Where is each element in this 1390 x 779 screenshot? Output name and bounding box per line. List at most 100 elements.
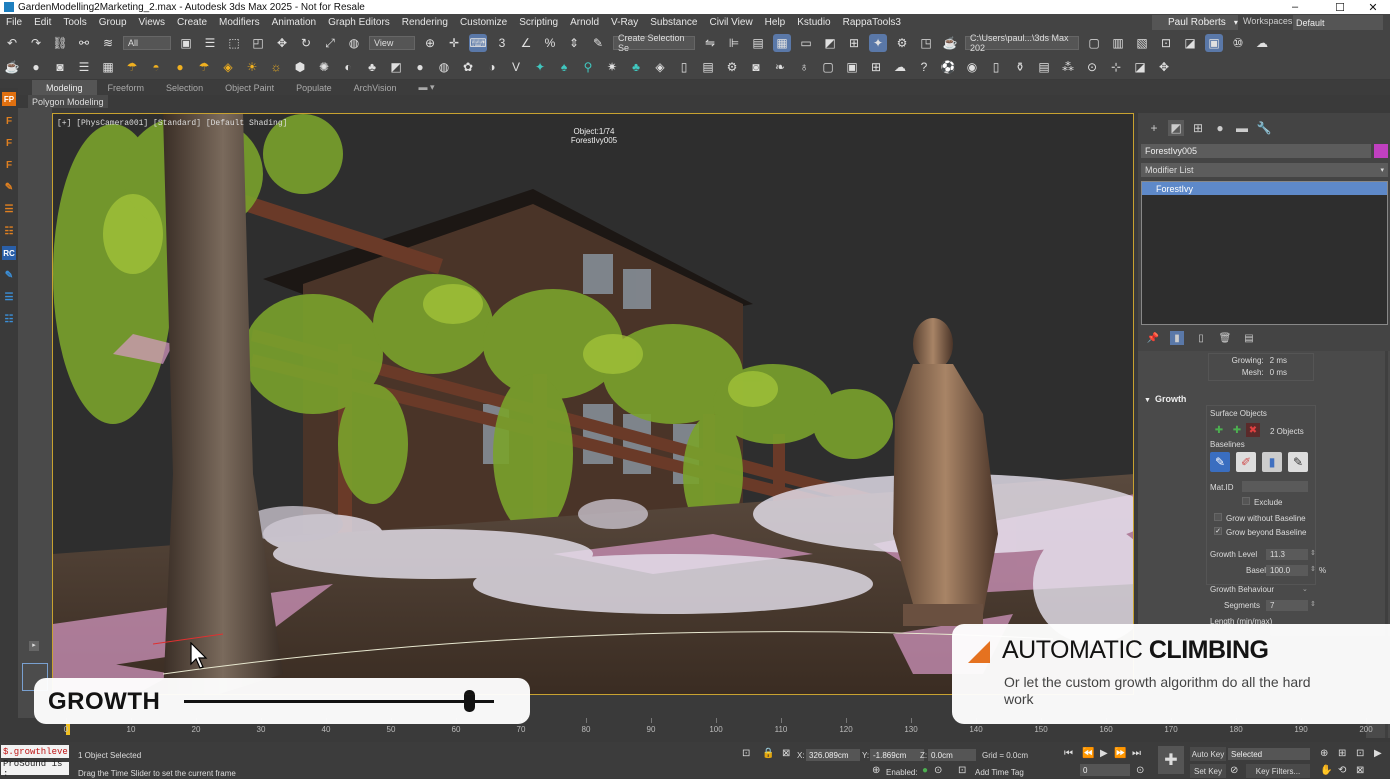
angle-snap-icon[interactable]: ∠ [517,34,535,52]
ambient-light-icon[interactable]: ☼ [267,58,285,76]
menu-item-group[interactable]: Group [93,17,133,28]
snaps-toggle-icon[interactable]: 3 [493,34,511,52]
pivot-center-icon[interactable]: ⊕ [421,34,439,52]
ribbon-tab-archvision[interactable]: ArchVision [343,83,408,93]
tree-icon[interactable]: ♣ [627,58,645,76]
asset-tracking-icon[interactable]: ◪ [1181,34,1199,52]
toggle-layer-explorer-icon[interactable]: ▦ [773,34,791,52]
curve-editor-icon[interactable]: ◩ [821,34,839,52]
maxscript-listener-output[interactable]: ProSound is : [1,759,69,779]
menu-item-kstudio[interactable]: Kstudio [791,17,836,28]
key-mode-dropdown[interactable]: Selected [1228,748,1310,760]
baseline-percent-field[interactable]: 100.0 [1266,565,1308,576]
show-end-result-icon[interactable]: ▮ [1170,331,1184,345]
monitor-icon[interactable]: ◙ [747,58,765,76]
go-to-end-icon[interactable]: ⏭ [1132,748,1141,759]
mirror-icon[interactable]: ⇋ [701,34,719,52]
help-icon[interactable]: ? [915,58,933,76]
modify-tab-icon[interactable]: ◩ [1168,120,1184,136]
ribbon-tab-modeling[interactable]: Modeling [32,80,97,95]
leaf-icon[interactable]: ❧ [771,58,789,76]
x-coord-field[interactable]: 326.089cm [806,749,860,761]
selection-filter-dropdown[interactable]: All [123,36,171,50]
teapot-icon[interactable]: ☕ [3,58,21,76]
menu-item-rappatools3[interactable]: RappaTools3 [837,17,907,28]
proxy-icon[interactable]: ◐ [339,58,357,76]
left-tool-1-icon[interactable]: F [2,114,16,128]
ribbon-tab-object-paint[interactable]: Object Paint [214,83,285,93]
align-icon[interactable]: ⊫ [725,34,743,52]
paint-baseline-icon[interactable]: ✎ [1210,452,1230,472]
menu-item-customize[interactable]: Customize [454,17,513,28]
undo-icon[interactable]: ↶ [3,34,21,52]
ribbon-options-icon[interactable]: ▬ ▾ [408,82,446,93]
left-tool-5-icon[interactable]: ☰ [2,202,16,216]
key-filter-icon[interactable]: ⊘ [1230,765,1238,776]
maximize-viewport-icon[interactable]: ⊠ [1356,765,1364,776]
growth-level-field[interactable]: 11.3 [1266,549,1308,560]
clipboard-icon[interactable]: ▤ [699,58,717,76]
active-toolbar-icon[interactable]: ▣ [1205,34,1223,52]
hierarchy-tab-icon[interactable]: ⊞ [1190,120,1206,136]
exclude-checkbox[interactable] [1242,497,1250,505]
baseline-spinner-icon[interactable]: ⇕ [1310,565,1316,573]
segments-field[interactable]: 7 [1266,600,1308,611]
scene-states-icon[interactable]: ⊡ [1157,34,1175,52]
rect-selection-icon[interactable]: ⬚ [225,34,243,52]
add-object-icon[interactable]: ✚ [1212,423,1226,437]
user-account-dropdown[interactable]: Paul Roberts ▾ [1152,15,1238,30]
enabled-dot-icon[interactable]: ● [922,765,928,776]
spray-icon[interactable]: ⚲ [579,58,597,76]
bulb-icon[interactable]: ♁ [795,58,813,76]
cluster-icon[interactable]: ⁂ [1059,58,1077,76]
menu-item-file[interactable]: File [0,17,28,28]
box-icon[interactable]: ⬢ [291,58,309,76]
left-tool-6-icon[interactable]: ☷ [2,224,16,238]
layers-icon[interactable]: ▥ [1109,34,1127,52]
menu-item-views[interactable]: Views [133,17,172,28]
frame-icon[interactable]: ▢ [819,58,837,76]
sphere-light-icon[interactable]: ● [171,58,189,76]
sun-icon[interactable]: ☀ [243,58,261,76]
grow-beyond-baseline-checkbox[interactable]: ✓ [1214,527,1222,535]
motion-tab-icon[interactable]: ● [1212,120,1228,136]
menu-item-tools[interactable]: Tools [57,17,92,28]
left-tool-0-icon[interactable]: FP [2,92,16,106]
reference-coord-dropdown[interactable]: View [369,36,415,50]
camera-icon[interactable]: ◙ [51,58,69,76]
cloud-sync-icon[interactable]: ☁ [1253,34,1271,52]
erase-baseline-icon[interactable]: ✐ [1236,452,1256,472]
toggle-scene-explorer-icon[interactable]: ▤ [749,34,767,52]
dome-light-icon[interactable]: ◓ [147,58,165,76]
menu-item-v-ray[interactable]: V-Ray [605,17,644,28]
menu-item-scripting[interactable]: Scripting [513,17,564,28]
grow-without-baseline-checkbox[interactable] [1214,513,1222,521]
schematic-view-icon[interactable]: ⊞ [845,34,863,52]
grid-icon[interactable]: ▦ [99,58,117,76]
left-tool-3-icon[interactable]: F [2,158,16,172]
pan-icon[interactable]: ✋ [1320,765,1332,776]
material-multi-icon[interactable]: ◍ [435,58,453,76]
go-to-start-icon[interactable]: ⏮ [1064,748,1073,759]
select-object-icon[interactable]: ▣ [177,34,195,52]
menu-item-graph-editors[interactable]: Graph Editors [322,17,396,28]
render-setup-icon[interactable]: ⚙ [893,34,911,52]
percent-snap-icon[interactable]: % [541,34,559,52]
minimize-button[interactable]: – [1280,0,1310,14]
y-coord-field[interactable]: -1.869cm [870,749,924,761]
move-icon[interactable]: ✥ [273,34,291,52]
cloud-icon[interactable]: ☁ [891,58,909,76]
fur-icon[interactable]: ✺ [315,58,333,76]
maximize-button[interactable]: ☐ [1325,0,1355,14]
zoom-icon[interactable]: ⊕ [1320,748,1328,759]
time-config-icon[interactable]: ⊙ [934,765,942,776]
window-crossing-icon[interactable]: ◰ [249,34,267,52]
ball-alt-icon[interactable]: ◉ [963,58,981,76]
color-map-icon[interactable]: ◈ [651,58,669,76]
modifier-stack-item[interactable]: ForestIvy [1142,182,1387,195]
add-time-tag[interactable]: Add Time Tag [975,768,1024,777]
current-frame-field[interactable]: 0 [1080,764,1130,776]
growth-behaviour-label[interactable]: Growth Behaviour [1210,585,1274,594]
scatter-icon[interactable]: ✦ [531,58,549,76]
bottle-icon[interactable]: ⚱ [1011,58,1029,76]
